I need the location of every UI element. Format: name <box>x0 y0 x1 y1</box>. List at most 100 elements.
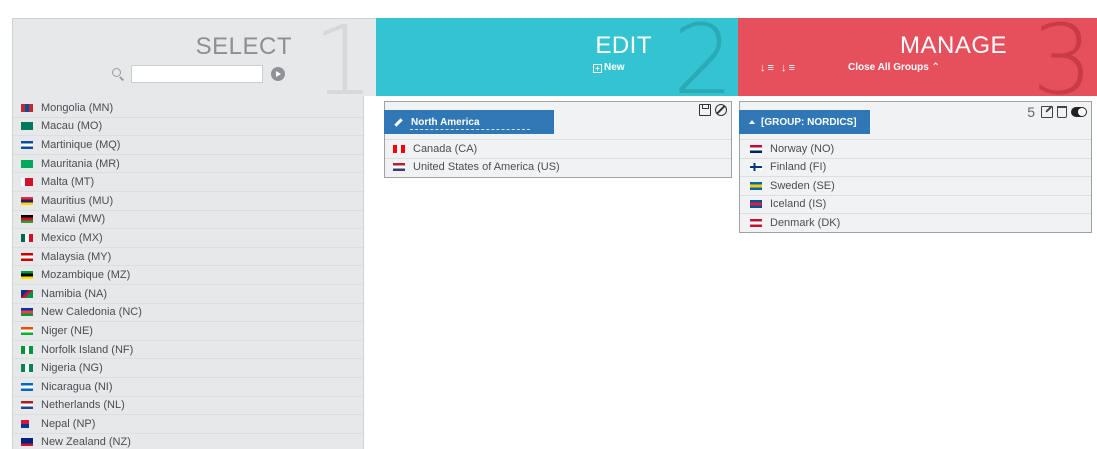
flag-icon <box>21 103 33 112</box>
country-list-item[interactable]: Namibia (NA) <box>13 285 363 304</box>
edit-panel-header: 2 EDIT + New <box>376 18 738 96</box>
select-step-number: 1 <box>312 18 374 96</box>
country-list-item[interactable]: Mozambique (MZ) <box>13 266 363 285</box>
country-label: Mauritius (MU) <box>41 194 114 207</box>
country-list-item[interactable]: Mauritius (MU) <box>13 192 363 211</box>
country-list-item[interactable]: New Caledonia (NC) <box>13 304 363 323</box>
new-group-button[interactable]: + New <box>593 62 625 73</box>
flag-icon <box>21 364 33 373</box>
country-label: Finland (FI) <box>770 161 827 174</box>
edit-group-rows: Canada (CA) United States of America (US) <box>385 139 731 176</box>
manage-group-rows: Norway (NO) Finland (FI) Sweden (SE) Icelan… <box>740 139 1091 232</box>
country-list-item[interactable]: Malaysia (MY) <box>13 248 363 267</box>
group-count: 5 <box>1027 104 1035 120</box>
country-label: Sweden (SE) <box>770 179 835 192</box>
country-label: Norfolk Island (NF) <box>41 343 134 356</box>
edit-icon[interactable] <box>1041 106 1053 118</box>
group-country-row[interactable]: Finland (FI) <box>740 157 1091 177</box>
country-list-item[interactable]: Mexico (MX) <box>13 229 363 248</box>
country-label: Martinique (MQ) <box>41 138 121 151</box>
new-group-label: New <box>604 62 625 73</box>
sort-icons[interactable]: ↓≡ ↓≡ <box>760 62 797 74</box>
flag-icon <box>21 159 33 168</box>
header: 1 SELECT 2 EDIT + New 3 MANAGE ↓≡ ↓≡ Clos… <box>12 18 1097 96</box>
flag-icon <box>21 308 33 317</box>
country-label: Canada (CA) <box>413 142 478 155</box>
save-icon[interactable] <box>699 104 711 116</box>
country-list-item[interactable]: Nicaragua (NI) <box>13 378 363 397</box>
group-country-row[interactable]: United States of America (US) <box>385 157 731 177</box>
country-list-item[interactable]: Niger (NE) <box>13 322 363 341</box>
flag-icon <box>750 218 762 227</box>
group-collapse-chip[interactable]: [GROUP: NORDICS] <box>739 110 870 134</box>
country-label: Iceland (IS) <box>770 198 827 211</box>
country-list-item[interactable]: Mauritania (MR) <box>13 155 363 174</box>
flag-icon <box>21 289 33 298</box>
cancel-icon[interactable] <box>715 104 727 116</box>
trash-icon[interactable] <box>1057 106 1067 118</box>
edit-title: EDIT <box>595 32 652 59</box>
flag-icon <box>21 419 29 428</box>
search-submit-icon[interactable] <box>271 67 285 81</box>
group-country-row[interactable]: Iceland (IS) <box>740 194 1091 214</box>
country-list-item[interactable]: Martinique (MQ) <box>13 136 363 155</box>
country-label: United States of America (US) <box>413 161 560 174</box>
close-all-groups-button[interactable]: Close All Groups ⌃ <box>848 62 940 73</box>
country-list-item[interactable]: Nigeria (NG) <box>13 359 363 378</box>
select-title: SELECT <box>195 33 292 60</box>
flag-icon <box>21 271 33 280</box>
select-panel-header: 1 SELECT <box>12 18 376 96</box>
flag-icon <box>21 196 33 205</box>
flag-icon <box>750 144 762 153</box>
country-label: Nepal (NP) <box>41 417 96 430</box>
flag-icon <box>393 144 405 153</box>
country-list-item[interactable]: Nepal (NP) <box>13 415 363 434</box>
group-country-row[interactable]: Denmark (DK) <box>740 213 1091 232</box>
pencil-icon <box>394 117 403 127</box>
country-list-item[interactable]: Malawi (MW) <box>13 211 363 230</box>
flag-icon <box>21 401 33 410</box>
group-name-underline <box>410 129 530 130</box>
search-input[interactable] <box>131 65 263 83</box>
country-list-item[interactable]: Netherlands (NL) <box>13 397 363 416</box>
plus-square-icon: + <box>593 64 602 73</box>
country-list-item[interactable]: Norfolk Island (NF) <box>13 341 363 360</box>
flag-icon <box>21 178 33 187</box>
country-label: Macau (MO) <box>41 120 103 133</box>
search-box <box>111 65 311 85</box>
group-name-chip[interactable]: North America <box>384 110 554 134</box>
country-label: Denmark (DK) <box>770 216 841 229</box>
manage-step-number: 3 <box>1031 18 1093 96</box>
flag-icon <box>21 122 33 131</box>
country-label: Nicaragua (NI) <box>41 380 113 393</box>
flag-icon <box>21 326 33 335</box>
country-list-item[interactable]: New Zealand (NZ) <box>13 434 363 449</box>
flag-icon <box>21 438 33 447</box>
manage-group-card: 5 [GROUP: NORDICS] Norway (NO) Finland (F… <box>739 101 1092 233</box>
flag-icon <box>750 181 762 190</box>
country-label: Malta (MT) <box>41 176 95 189</box>
app-root: 1 SELECT 2 EDIT + New 3 MANAGE ↓≡ ↓≡ Clos… <box>12 18 1097 449</box>
country-label: Malawi (MW) <box>41 213 106 226</box>
edit-step-number: 2 <box>672 18 734 96</box>
flag-icon <box>750 200 762 209</box>
toggle-icon[interactable] <box>1071 107 1087 117</box>
country-list-item[interactable]: Macau (MO) <box>13 118 363 137</box>
flag-icon <box>750 163 762 172</box>
country-label: Norway (NO) <box>770 142 835 155</box>
flag-icon <box>393 163 405 172</box>
country-list-item[interactable]: Mongolia (MN) <box>13 99 363 118</box>
country-label: Malaysia (MY) <box>41 250 112 263</box>
country-list-item[interactable]: Malta (MT) <box>13 173 363 192</box>
edit-group-card: North America Canada (CA) United States o… <box>384 101 732 178</box>
country-label: Mauritania (MR) <box>41 157 120 170</box>
group-country-row[interactable]: Sweden (SE) <box>740 176 1091 195</box>
country-label: Mexico (MX) <box>41 231 103 244</box>
flag-icon <box>21 252 33 261</box>
group-title-label: [GROUP: NORDICS] <box>761 116 857 128</box>
group-country-row[interactable]: Norway (NO) <box>740 139 1091 158</box>
flag-icon <box>21 215 33 224</box>
group-name-label: North America <box>411 116 480 128</box>
group-country-row[interactable]: Canada (CA) <box>385 139 731 158</box>
flag-icon <box>21 140 33 149</box>
